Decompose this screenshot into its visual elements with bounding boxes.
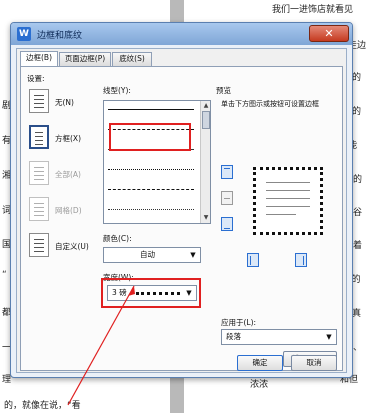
grid-border-icon[interactable] [29,197,49,221]
preview-heading: 预览 [216,86,231,95]
setting-none-label[interactable]: 无(N) [55,97,74,108]
none-border-icon[interactable] [29,89,49,113]
line-style-dash-dot-dot[interactable] [108,209,194,210]
dialog-title: 边框和底纹 [37,31,83,41]
doc-right-fragment: 的 [352,107,362,117]
chevron-down-icon: ▼ [190,251,196,259]
wps-app-icon: W [17,27,31,41]
top-border-icon[interactable] [221,165,233,179]
width-highlight [101,278,201,308]
doc-bottom-right-text: 浓浓 [250,380,269,390]
all-border-icon[interactable] [29,161,49,185]
line-style-solid[interactable] [108,109,194,110]
left-border-icon[interactable] [247,253,259,267]
dialog-titlebar[interactable]: W 边框和底纹 ✕ [11,23,352,45]
line-style-scrollbar[interactable]: ▲ ▼ [200,101,210,223]
apply-to-value: 段落 [226,332,241,341]
close-button[interactable]: ✕ [309,25,349,42]
setting-all-label[interactable]: 全部(A) [55,169,81,180]
setting-grid-label[interactable]: 网格(D) [55,205,82,216]
chevron-down-icon: ▼ [326,333,332,341]
line-style-dotted[interactable] [108,169,194,170]
bottom-border-icon[interactable] [221,217,233,231]
scroll-thumb[interactable] [202,111,210,129]
apply-to-heading: 应用于(L): [221,318,257,327]
color-value: 自动 [140,250,155,259]
doc-bottom-text: 的，就像在说，“看 [4,401,81,411]
settings-heading: 设置: [27,74,45,83]
scroll-down-icon[interactable]: ▼ [202,214,210,222]
scroll-up-icon[interactable]: ▲ [202,102,210,110]
tab-shading[interactable]: 底纹(S) [112,52,152,66]
color-select[interactable]: 自动 ▼ [103,247,201,263]
tab-borders[interactable]: 边框(B) [20,51,58,67]
line-style-dash-dot[interactable] [108,189,194,190]
cancel-button[interactable]: 取消 [291,355,337,371]
dialog-body: 边框(B) 页面边框(P) 底纹(S) 设置: 无(N) 方框(X) 全部(A)… [16,48,347,373]
box-border-icon[interactable] [29,125,49,149]
tab-page-border[interactable]: 页面边框(P) [59,52,111,66]
custom-border-icon[interactable] [29,233,49,257]
doc-right-fragment: 的 [352,73,362,83]
preview-hint: 单击下方图示或按钮可设置边框 [221,100,319,108]
inside-border-icon[interactable] [221,191,233,205]
borders-tab-panel: 设置: 无(N) 方框(X) 全部(A) 网格(D) 自定义(U) 线型(Y):… [20,66,343,371]
doc-right-fragment: 真 [352,309,362,319]
ok-button[interactable]: 确定 [237,355,283,371]
preview-border-box[interactable] [253,167,323,235]
setting-custom-label[interactable]: 自定义(U) [55,241,89,252]
doc-left-fragment: “ [2,270,7,280]
color-heading: 颜色(C): [103,234,132,243]
setting-box-label[interactable]: 方框(X) [55,133,81,144]
apply-to-select[interactable]: 段落 ▼ [221,329,337,345]
line-style-list[interactable]: ▲ ▼ [103,100,211,224]
right-border-icon[interactable] [295,253,307,267]
borders-shading-dialog: W 边框和底纹 ✕ 边框(B) 页面边框(P) 底纹(S) 设置: 无(N) 方… [10,22,353,378]
line-style-highlight [109,123,191,151]
line-style-heading: 线型(Y): [103,86,131,95]
doc-top-text: 我们一进饰店就看见 [272,5,354,15]
